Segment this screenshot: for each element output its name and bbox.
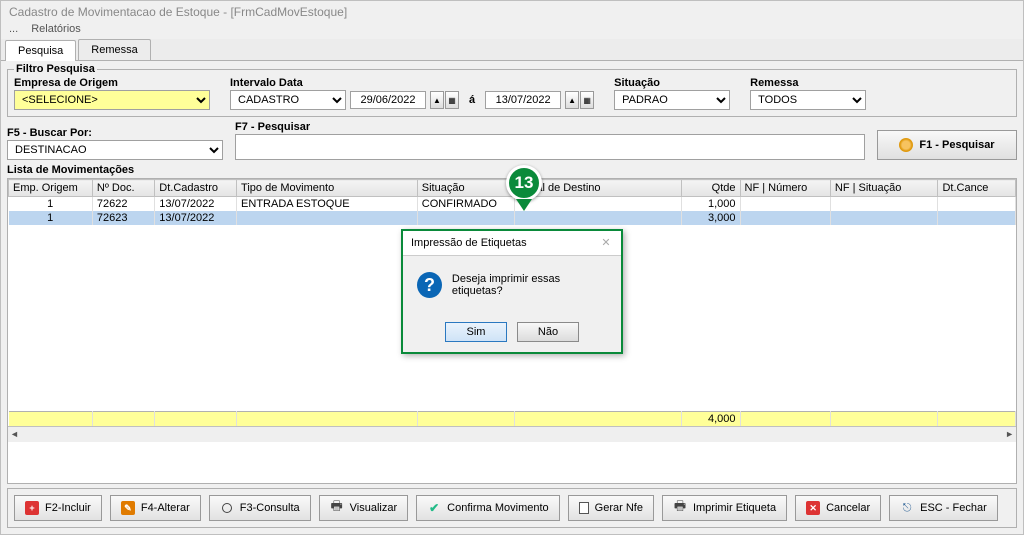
col-dtcanc[interactable]: Dt.Cance — [938, 180, 1016, 197]
col-emp[interactable]: Emp. Origem — [9, 180, 93, 197]
col-tipo[interactable]: Tipo de Movimento — [237, 180, 418, 197]
pesquisar-input[interactable] — [235, 134, 865, 160]
etiqueta-button[interactable]: 🖶Imprimir Etiqueta — [662, 495, 787, 521]
remessa-select[interactable]: TODOS — [750, 90, 866, 110]
cancelar-button[interactable]: ✕Cancelar — [795, 495, 881, 521]
nfe-button[interactable]: Gerar Nfe — [568, 495, 654, 521]
date-sep: á — [463, 94, 481, 106]
date-to-up-icon[interactable]: ▲ — [565, 91, 579, 109]
pin-tail-icon — [516, 199, 532, 211]
situacao-label: Situação — [614, 77, 730, 89]
dialog: Impressão de Etiquetas ✕ ? Deseja imprim… — [401, 229, 623, 354]
dialog-no-button[interactable]: Não — [517, 322, 579, 342]
scroll-left-icon[interactable]: ◄ — [10, 429, 19, 439]
question-icon: ? — [417, 272, 442, 298]
intervalo-tipo-select[interactable]: CADASTRO — [230, 90, 346, 110]
remessa-label: Remessa — [750, 77, 866, 89]
empresa-label: Empresa de Origem — [14, 77, 210, 89]
buscar-label: F5 - Buscar Por: — [7, 127, 223, 139]
confirma-button[interactable]: ✔Confirma Movimento — [416, 495, 559, 521]
close-icon[interactable]: ✕ — [599, 236, 613, 250]
date-from-up-icon[interactable]: ▲ — [430, 91, 444, 109]
empresa-select[interactable]: <SELECIONE> — [14, 90, 210, 110]
col-dt[interactable]: Dt.Cadastro — [155, 180, 237, 197]
col-sit[interactable]: Situação — [417, 180, 514, 197]
pesquisar-label: F7 - Pesquisar — [235, 121, 865, 133]
pesquisar-button-label: F1 - Pesquisar — [919, 139, 994, 151]
footer-qtde: 4,000 — [682, 411, 740, 426]
date-from-input[interactable] — [350, 91, 426, 109]
intervalo-label: Intervalo Data — [230, 77, 594, 89]
col-nfnum[interactable]: NF | Número — [740, 180, 830, 197]
pesquisar-button[interactable]: F1 - Pesquisar — [877, 130, 1017, 160]
doc-icon — [579, 502, 589, 514]
plus-icon: + — [25, 501, 39, 515]
alterar-button[interactable]: ✎F4-Alterar — [110, 495, 201, 521]
print-icon: 🖶 — [330, 501, 344, 515]
menu-item-more[interactable]: ... — [9, 23, 18, 35]
check-icon: ✔ — [427, 501, 441, 515]
consulta-button[interactable]: F3-Consulta — [209, 495, 311, 521]
scroll-right-icon[interactable]: ► — [1005, 429, 1014, 439]
main-window: Cadastro de Movimentacao de Estoque - [F… — [0, 0, 1024, 535]
date-to-input[interactable] — [485, 91, 561, 109]
tab-pesquisa[interactable]: Pesquisa — [5, 40, 76, 61]
tab-remessa[interactable]: Remessa — [78, 39, 150, 60]
exit-icon: ⎋ — [900, 501, 914, 515]
dialog-title: Impressão de Etiquetas — [411, 237, 527, 249]
incluir-button[interactable]: +F2-Incluir — [14, 495, 102, 521]
menu-bar: ... Relatórios — [1, 23, 1023, 39]
window-title: Cadastro de Movimentacao de Estoque - [F… — [1, 1, 1023, 23]
filtro-legend: Filtro Pesquisa — [14, 63, 97, 75]
dialog-message: Deseja imprimir essas etiquetas? — [452, 273, 607, 297]
pin-number: 13 — [506, 165, 542, 201]
table-row[interactable]: 1 72623 13/07/2022 3,000 — [9, 211, 1016, 225]
menu-item-relatorios[interactable]: Relatórios — [31, 23, 81, 35]
grid-hscroll[interactable]: ◄ ► — [8, 426, 1016, 442]
buscar-select[interactable]: DESTINACAO — [7, 140, 223, 160]
grid-footer-row: 4,000 — [9, 411, 1016, 426]
date-to-cal-icon[interactable]: ▦ — [580, 91, 594, 109]
fechar-button[interactable]: ⎋ESC - Fechar — [889, 495, 998, 521]
edit-icon: ✎ — [121, 501, 135, 515]
button-bar: +F2-Incluir ✎F4-Alterar F3-Consulta 🖶Vis… — [7, 488, 1017, 528]
magnifier-icon — [220, 501, 234, 515]
dialog-yes-button[interactable]: Sim — [445, 322, 507, 342]
cancel-icon: ✕ — [806, 501, 820, 515]
gear-icon — [899, 138, 913, 152]
col-nfsit[interactable]: NF | Situação — [830, 180, 938, 197]
col-doc[interactable]: Nº Doc. — [92, 180, 154, 197]
date-from-cal-icon[interactable]: ▦ — [445, 91, 459, 109]
situacao-select[interactable]: PADRAO — [614, 90, 730, 110]
tab-strip: Pesquisa Remessa — [1, 39, 1023, 61]
col-qtde[interactable]: Qtde — [682, 180, 740, 197]
visualizar-button[interactable]: 🖶Visualizar — [319, 495, 409, 521]
annotation-pin: 13 — [506, 165, 542, 211]
printer-icon: 🖶 — [673, 501, 687, 515]
filtro-fieldset: Filtro Pesquisa Empresa de Origem <SELEC… — [7, 63, 1017, 117]
